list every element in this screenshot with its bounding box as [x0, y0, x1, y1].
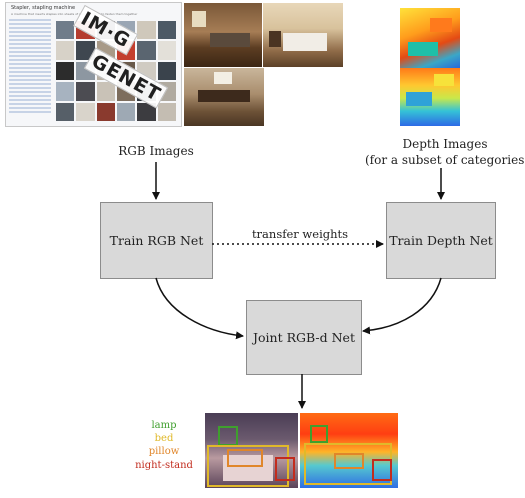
- bbox-pillow: [227, 449, 263, 467]
- bbox-lamp: [218, 426, 238, 446]
- legend-pillow: pillow: [148, 446, 180, 457]
- bbox-pillow-depth: [334, 453, 364, 469]
- legend-night-stand: night-stand: [135, 460, 193, 471]
- legend-lamp: lamp: [151, 420, 177, 431]
- legend-bed: bed: [154, 433, 174, 444]
- arrow-train-rgb-to-joint: [155, 277, 244, 340]
- bbox-night-stand: [275, 457, 295, 481]
- output-rgb-detection: [205, 413, 298, 488]
- output-depth-detection: [300, 413, 398, 488]
- bbox-night-stand-depth: [372, 459, 392, 481]
- arrow-train-depth-to-joint: [362, 277, 442, 335]
- bbox-lamp-depth: [310, 425, 328, 443]
